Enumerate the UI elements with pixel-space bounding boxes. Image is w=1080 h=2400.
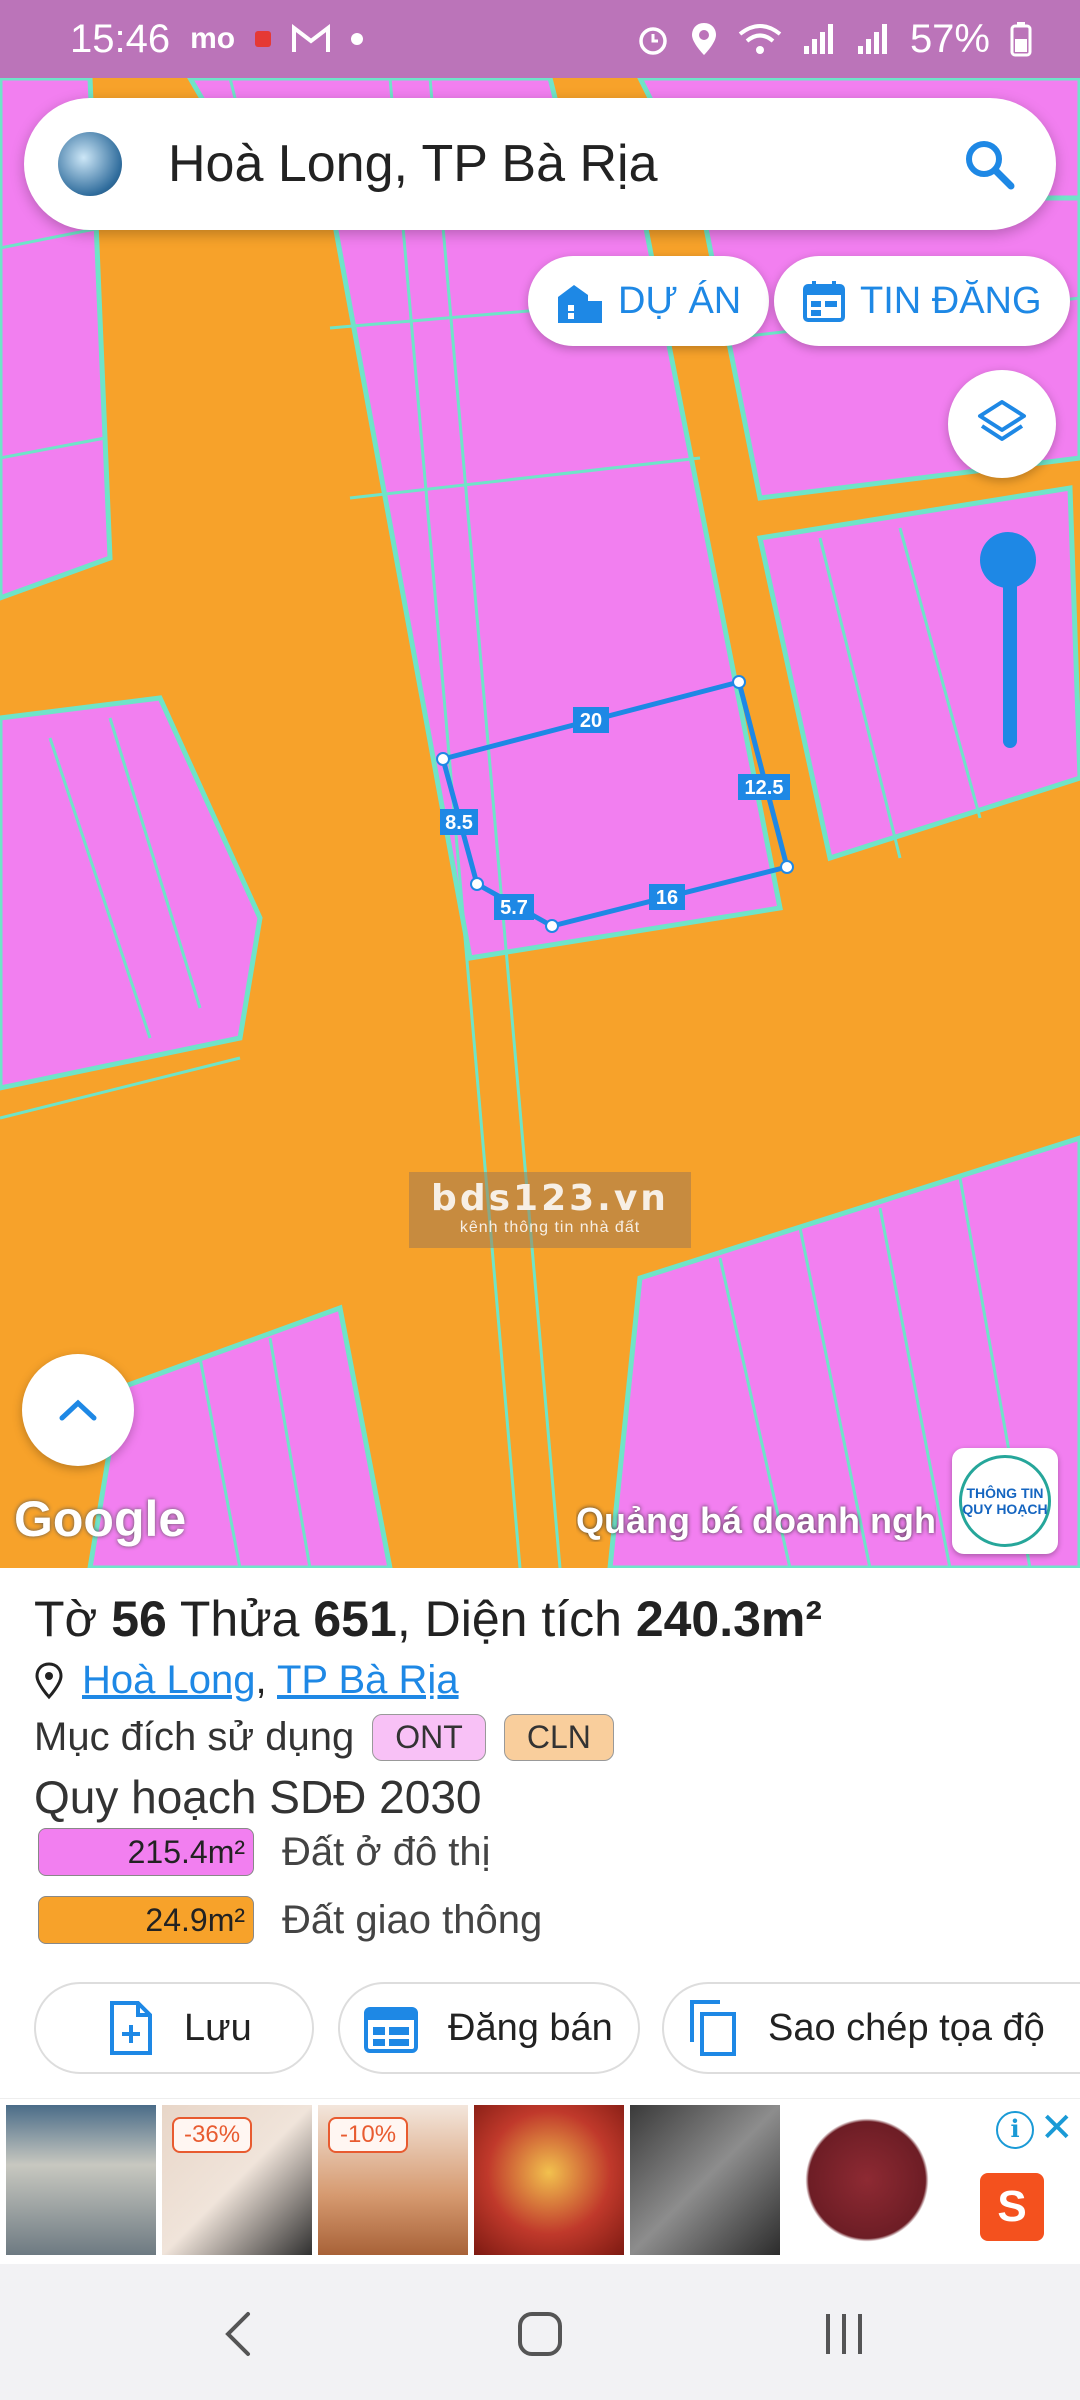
ad-product-image[interactable] [474, 2105, 624, 2255]
post-sale-label: Đăng bán [448, 2006, 613, 2049]
ad-product-image[interactable]: -36% [162, 2105, 312, 2255]
plan-item-residential: 215.4m² Đất ở đô thị [38, 1828, 491, 1876]
parcel-info-panel: Tờ 56 Thửa 651, Diện tích 240.3m² Hoà Lo… [0, 1568, 1080, 2088]
badge-line2: QUY HOẠCH [962, 1501, 1048, 1517]
map-view[interactable]: 20 12.5 8.5 5.7 16 Hoà Long, TP Bà Rịa D… [0, 78, 1080, 1568]
ads-link[interactable]: Quảng bá doanh nghiệp [576, 1500, 936, 1542]
plan-item-transport: 24.9m² Đất giao thông [38, 1896, 542, 1944]
expand-panel-button[interactable] [22, 1354, 134, 1466]
post-sale-button[interactable]: Đăng bán [338, 1982, 640, 2074]
plan-area-value: 215.4m² [38, 1828, 254, 1876]
search-query[interactable]: Hoà Long, TP Bà Rịa [168, 134, 962, 194]
add-file-icon [110, 2001, 152, 2055]
planning-info-button[interactable]: THÔNG TIN QUY HOẠCH [952, 1448, 1058, 1554]
badge-line1: THÔNG TIN [966, 1485, 1044, 1501]
system-nav-bar [0, 2264, 1080, 2400]
ward-link[interactable]: Hoà Long [82, 1658, 255, 1702]
action-buttons: Lưu Đăng bán Sao chép tọa độ [0, 1982, 1080, 2076]
buildings-icon [558, 285, 602, 323]
zone-residential [756, 485, 1080, 862]
calendar-icon [803, 281, 845, 322]
parcel-edge-label: 16 [656, 887, 678, 909]
city-link[interactable]: TP Bà Rịa [277, 1658, 459, 1702]
planning-info-badge: THÔNG TIN QUY HOẠCH [959, 1455, 1051, 1547]
calendar-grid-icon [364, 2007, 418, 2053]
status-time: 15:46 [70, 16, 171, 61]
zoom-slider-thumb[interactable] [980, 532, 1036, 588]
discount-badge: -10% [328, 2117, 409, 2153]
back-icon[interactable] [210, 2304, 270, 2364]
save-label: Lưu [184, 2006, 252, 2049]
alarm-icon [639, 27, 667, 55]
land-use-row: Mục đích sử dụng ONT CLN [34, 1714, 614, 1761]
ad-product-image[interactable] [792, 2105, 942, 2255]
tin-dang-button[interactable]: TIN ĐĂNG [774, 256, 1070, 346]
battery-icon [1010, 22, 1032, 57]
ad-product-image[interactable] [630, 2105, 780, 2255]
wifi-icon [738, 24, 782, 54]
zone-residential [0, 695, 263, 1091]
discount-badge: -36% [172, 2117, 253, 2153]
search-bar[interactable]: Hoà Long, TP Bà Rịa [24, 98, 1056, 230]
search-icon[interactable] [962, 137, 1016, 191]
signal-icon [857, 24, 887, 54]
recents-icon[interactable] [814, 2304, 874, 2364]
parcel-edge-label: 20 [580, 710, 602, 732]
ad-banner[interactable]: -36% -10% i ✕ S [0, 2098, 1080, 2265]
watermark-title: bds123.vn [431, 1178, 669, 1219]
momo-icon: mo [190, 22, 236, 55]
ad-product-image[interactable]: -10% [318, 2105, 468, 2255]
copy-coordinates-label: Sao chép tọa độ [768, 2006, 1045, 2049]
parcel-edge-label: 5.7 [500, 897, 528, 919]
lot-label: Thửa [166, 1591, 314, 1647]
status-bar: 15:46 mo 57% [0, 0, 1080, 78]
chevron-up-icon [59, 1399, 97, 1421]
location-pin-icon [35, 1661, 63, 1699]
app-logo[interactable] [58, 132, 122, 196]
layers-button[interactable] [948, 370, 1056, 478]
usage-tag-cln[interactable]: CLN [503, 1714, 614, 1761]
area-value: 240.3m² [635, 1591, 823, 1647]
google-logo: Google [14, 1491, 187, 1547]
battery-percent: 57% [909, 16, 990, 61]
notification-dot-icon [255, 31, 272, 47]
parcel-edge-label: 12.5 [745, 777, 784, 799]
parcel-edge-label: 8.5 [445, 812, 473, 834]
shop-bag-icon[interactable]: S [980, 2173, 1044, 2241]
parcel-title: Tờ 56 Thửa 651, Diện tích 240.3m² [34, 1590, 822, 1648]
du-an-label: DỰ ÁN [618, 279, 742, 322]
signal-icon [803, 24, 833, 54]
title-prefix: Tờ [34, 1591, 112, 1647]
lot-number: 651 [313, 1591, 397, 1647]
ad-info-icon[interactable]: i [996, 2111, 1034, 2149]
plan-area-label: Đất ở đô thị [282, 1829, 491, 1874]
ad-close-icon[interactable]: ✕ [1040, 2105, 1074, 2151]
usage-label: Mục đích sử dụng [34, 1715, 355, 1759]
dot-icon [351, 33, 364, 45]
watermark-subtitle: kênh thông tin nhà đất [459, 1219, 641, 1236]
copy-coordinates-button[interactable]: Sao chép tọa độ [662, 1982, 1080, 2074]
ad-product-image[interactable] [6, 2105, 156, 2255]
plan-area-value: 24.9m² [38, 1896, 254, 1944]
watermark: bds123.vn kênh thông tin nhà đất [409, 1172, 691, 1248]
layers-icon [978, 400, 1026, 441]
location-icon [691, 23, 716, 55]
parcel-location: Hoà Long, TP Bà Rịa [34, 1658, 459, 1703]
sheet-number: 56 [111, 1591, 167, 1647]
du-an-button[interactable]: DỰ ÁN [528, 256, 770, 346]
location-separator: , [255, 1658, 267, 1702]
usage-tag-ont[interactable]: ONT [372, 1714, 486, 1761]
plan-area-label: Đất giao thông [282, 1897, 543, 1942]
plan-title: Quy hoạch SDĐ 2030 [34, 1771, 482, 1823]
save-button[interactable]: Lưu [34, 1982, 314, 2074]
copy-icon [690, 2000, 736, 2056]
home-icon[interactable] [510, 2304, 570, 2364]
gmail-icon [292, 24, 331, 52]
area-label: , Diện tích [396, 1591, 636, 1647]
tin-dang-label: TIN ĐĂNG [860, 279, 1042, 322]
